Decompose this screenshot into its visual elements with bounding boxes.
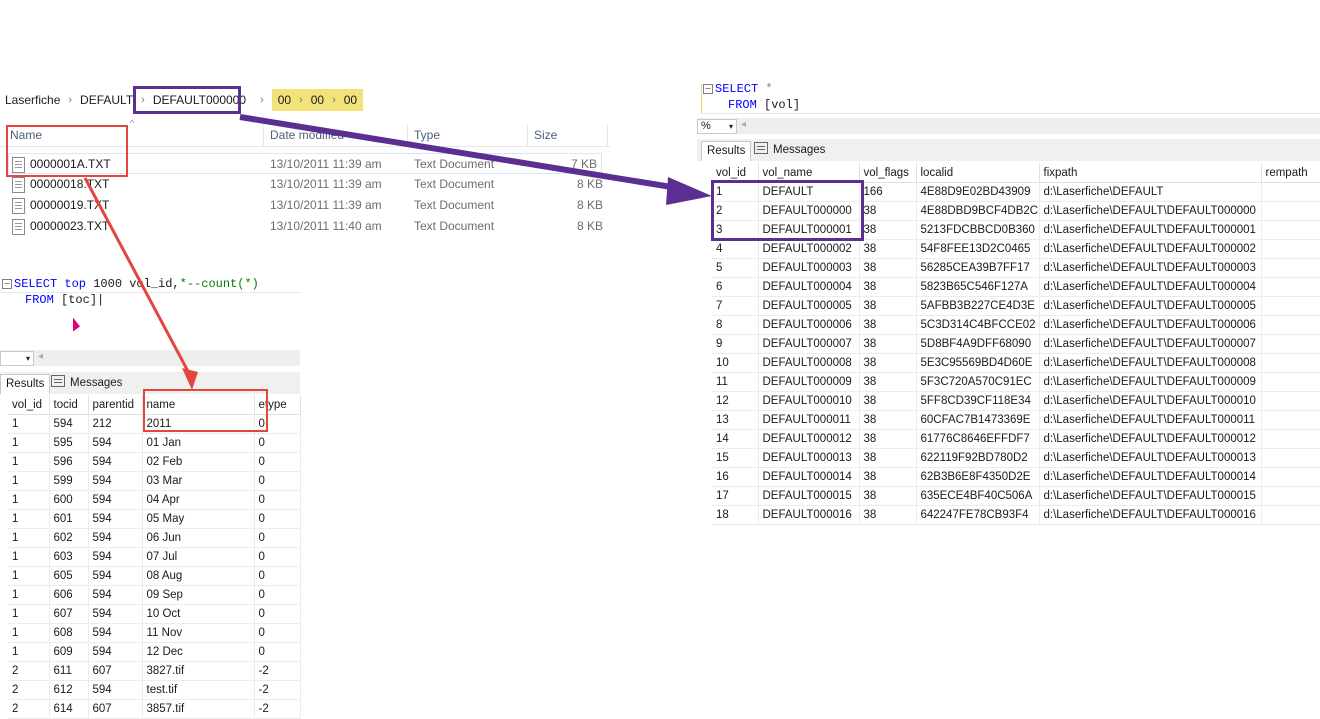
red-arrow-head [182, 368, 198, 390]
annotation-arrows [83, 114, 712, 390]
purple-arrow-head [666, 177, 712, 205]
red-arrow [83, 177, 192, 376]
purple-arrow [239, 114, 691, 193]
